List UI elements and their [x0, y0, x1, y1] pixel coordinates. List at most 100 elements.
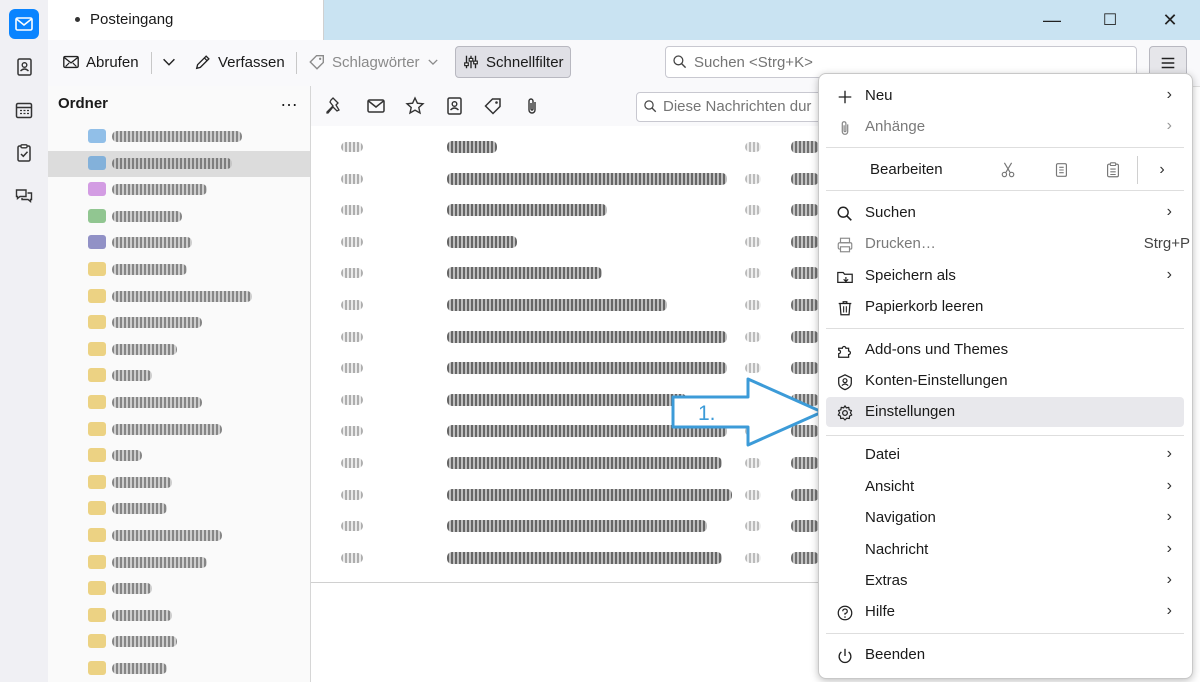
- folder-row[interactable]: [48, 284, 310, 310]
- tags-button[interactable]: Schlagwörter: [302, 47, 446, 77]
- message-subject-placeholder: [447, 488, 732, 501]
- quick-filter-button[interactable]: Schnellfilter: [455, 46, 571, 78]
- unread-filter-icon[interactable]: [366, 96, 386, 116]
- menu-item-view[interactable]: Ansicht ›: [826, 472, 1184, 502]
- folder-row[interactable]: [48, 204, 310, 230]
- copy-button[interactable]: [1048, 158, 1074, 182]
- folder-row[interactable]: [48, 470, 310, 496]
- global-search-input[interactable]: [692, 51, 1126, 73]
- folder-row[interactable]: [48, 363, 310, 389]
- edit-submenu-button[interactable]: ›: [1149, 158, 1175, 182]
- message-row[interactable]: [311, 162, 819, 194]
- folder-name-placeholder: [112, 663, 167, 674]
- menu-item-attachments[interactable]: Anhänge ›: [826, 112, 1184, 142]
- trash-icon: [835, 298, 855, 318]
- message-sender-placeholder: [791, 488, 819, 501]
- message-row[interactable]: [311, 256, 819, 288]
- folder-row[interactable]: [48, 443, 310, 469]
- folder-icon: [88, 474, 106, 489]
- folder-row[interactable]: [48, 523, 310, 549]
- folder-row[interactable]: [48, 310, 310, 336]
- message-row[interactable]: [311, 446, 819, 478]
- folder-name-placeholder: [112, 290, 252, 302]
- message-sender-placeholder: [791, 520, 819, 533]
- folder-icon: [88, 501, 106, 516]
- menu-item-settings[interactable]: Einstellungen: [826, 397, 1184, 427]
- menu-item-file[interactable]: Datei ›: [826, 440, 1184, 470]
- folder-row[interactable]: [48, 337, 310, 363]
- folder-icon: [88, 262, 106, 276]
- folder-row[interactable]: [48, 417, 310, 443]
- folder-row[interactable]: [48, 257, 310, 283]
- menu-item-save-as[interactable]: Speichern als ›: [826, 261, 1184, 291]
- address-book-space-button[interactable]: [9, 52, 39, 82]
- message-row[interactable]: [311, 225, 819, 257]
- menu-item-edit-label: Bearbeiten: [870, 161, 943, 178]
- scissors-icon: [1001, 162, 1015, 178]
- folder-row[interactable]: [48, 603, 310, 629]
- menu-item-print[interactable]: Drucken… Strg+P: [826, 229, 1190, 259]
- menu-item-navigation[interactable]: Navigation ›: [826, 503, 1184, 533]
- maximize-button[interactable]: ☐: [1098, 8, 1122, 32]
- paste-button[interactable]: [1100, 158, 1126, 182]
- menu-item-message[interactable]: Nachricht ›: [826, 535, 1184, 565]
- menu-item-extras[interactable]: Extras ›: [826, 566, 1184, 596]
- tab-inbox[interactable]: Posteingang: [48, 0, 324, 40]
- tasks-space-button[interactable]: [9, 138, 39, 168]
- menu-item-navigation-label: Navigation: [865, 509, 936, 526]
- paperclip-icon: [835, 118, 855, 138]
- folder-row[interactable]: [48, 629, 310, 655]
- menu-item-quit[interactable]: Beenden: [826, 640, 1184, 670]
- chat-space-button[interactable]: [9, 181, 39, 211]
- get-messages-dropdown[interactable]: [154, 47, 184, 77]
- menu-item-search[interactable]: Suchen ›: [826, 198, 1184, 228]
- menu-item-addons[interactable]: Add-ons und Themes: [826, 335, 1184, 365]
- contact-filter-icon[interactable]: [444, 96, 464, 116]
- menu-item-empty-trash[interactable]: Papierkorb leeren: [826, 292, 1184, 322]
- get-messages-button[interactable]: Abrufen: [56, 47, 145, 77]
- menu-item-account-settings[interactable]: Konten-Einstellungen: [826, 366, 1184, 396]
- attachment-filter-icon[interactable]: [522, 96, 542, 116]
- folder-row[interactable]: [48, 390, 310, 416]
- message-row[interactable]: [311, 478, 819, 510]
- mail-space-button[interactable]: [9, 9, 39, 39]
- compose-button[interactable]: Verfassen: [188, 47, 291, 77]
- pin-icon[interactable]: [325, 96, 345, 116]
- chevron-right-icon: ›: [1166, 571, 1172, 588]
- folder-row[interactable]: [48, 496, 310, 522]
- quick-filter-input[interactable]: [661, 97, 835, 116]
- folder-row[interactable]: [48, 656, 310, 682]
- minimize-button[interactable]: —: [1040, 8, 1064, 32]
- message-row[interactable]: [311, 288, 819, 320]
- chevron-right-icon: ›: [1166, 266, 1172, 283]
- folder-row[interactable]: [48, 550, 310, 576]
- folder-row[interactable]: [48, 177, 310, 203]
- menu-item-new[interactable]: Neu ›: [826, 81, 1184, 111]
- message-row[interactable]: [311, 193, 819, 225]
- folder-row[interactable]: [48, 124, 310, 150]
- menu-item-help[interactable]: Hilfe ›: [826, 597, 1184, 627]
- folder-row[interactable]: [48, 150, 310, 177]
- close-button[interactable]: ✕: [1158, 8, 1182, 32]
- chevron-right-icon: ›: [1166, 203, 1172, 220]
- calendar-space-button[interactable]: [9, 95, 39, 125]
- message-row[interactable]: [311, 509, 819, 541]
- menu-item-help-label: Hilfe: [865, 603, 896, 620]
- cut-button[interactable]: [995, 158, 1021, 182]
- message-row[interactable]: [311, 320, 819, 352]
- menu-item-new-label: Neu: [865, 87, 893, 104]
- mail-icon: [15, 17, 33, 31]
- folder-icon: [88, 554, 106, 569]
- chevron-right-icon: ›: [1166, 540, 1172, 557]
- message-row[interactable]: [311, 130, 819, 162]
- tag-filter-icon[interactable]: [483, 96, 503, 116]
- folder-row[interactable]: [48, 576, 310, 602]
- message-row[interactable]: [311, 541, 819, 573]
- message-status-placeholder: [745, 521, 761, 532]
- quick-filter-search-box[interactable]: [636, 92, 838, 122]
- star-icon[interactable]: [405, 96, 425, 116]
- folder-name-placeholder: [112, 583, 152, 595]
- folder-row[interactable]: [48, 230, 310, 256]
- menu-item-account-settings-label: Konten-Einstellungen: [865, 372, 1008, 389]
- folder-pane-menu-button[interactable]: …: [280, 90, 299, 111]
